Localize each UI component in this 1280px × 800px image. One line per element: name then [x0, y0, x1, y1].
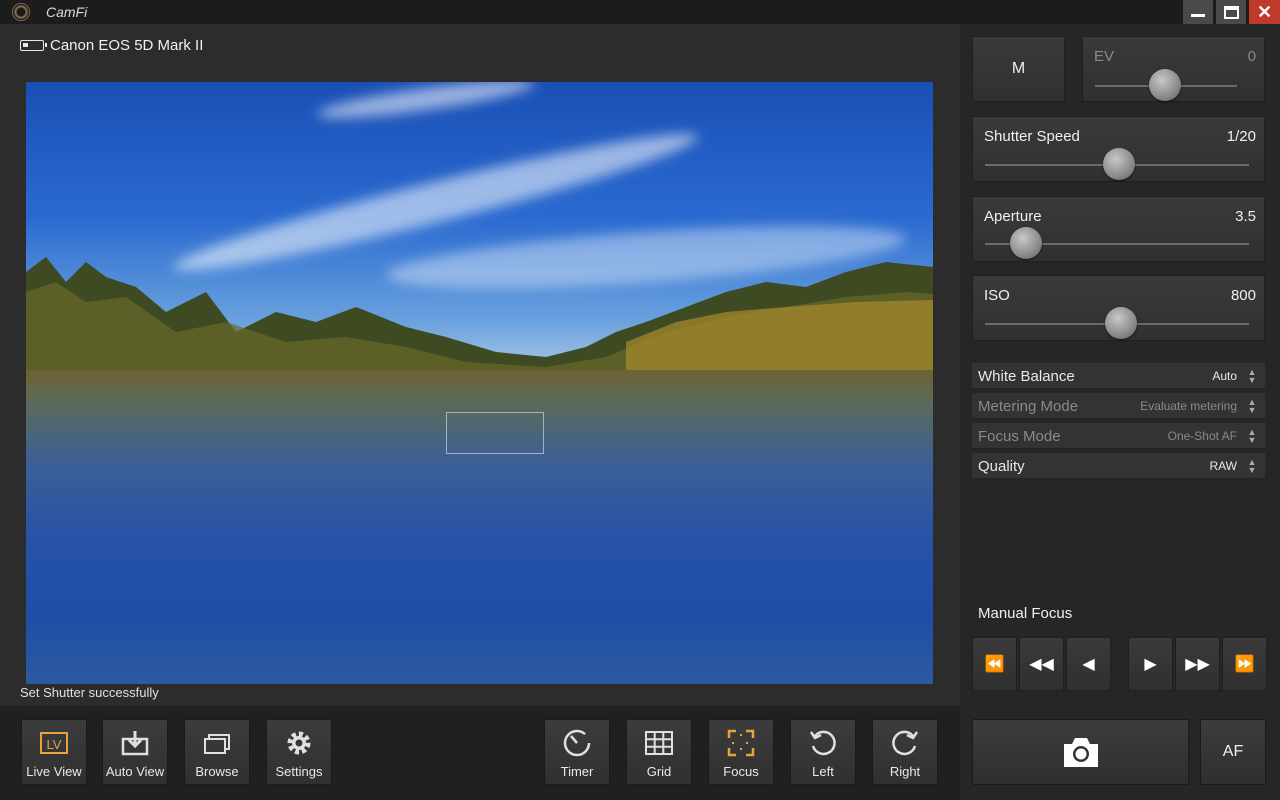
status-message: Set Shutter successfully [20, 685, 159, 700]
focus-mode-label: Focus Mode [978, 428, 1061, 445]
treeline [26, 257, 933, 382]
white-balance-value: Auto [1212, 369, 1237, 383]
rotate-left-button[interactable]: Left [790, 719, 856, 785]
aperture-slider-knob[interactable] [1010, 227, 1042, 259]
settings-button[interactable]: Settings [266, 719, 332, 785]
timer-icon [562, 728, 592, 758]
focus-mode-value: One-Shot AF [1167, 429, 1237, 443]
live-view-pane: Canon EOS 5D Mark II Set Shutter success… [0, 24, 960, 706]
camera-info: Canon EOS 5D Mark II [20, 37, 203, 54]
focus-far-medium-button[interactable]: ◀◀ [1019, 637, 1064, 691]
battery-icon [20, 40, 47, 51]
shutter-speed-value: 1/20 [1226, 128, 1256, 145]
live-view-image[interactable] [26, 82, 933, 684]
rotate-left-icon [808, 728, 838, 758]
auto-view-label: Auto View [105, 764, 165, 779]
focus-icon [726, 728, 756, 758]
rotate-right-button[interactable]: Right [872, 719, 938, 785]
metering-mode-value: Evaluate metering [1140, 399, 1237, 413]
iso-slider-knob[interactable] [1105, 307, 1137, 339]
rotate-right-label: Right [889, 764, 921, 779]
minimize-icon [1191, 13, 1205, 17]
left-arrow-icon: ◀ [1082, 656, 1095, 673]
browse-icon [202, 728, 232, 758]
cloud [315, 82, 537, 126]
rotate-left-label: Left [812, 764, 834, 779]
auto-view-icon [120, 728, 150, 758]
focus-near-large-button[interactable]: ⏩ [1222, 637, 1267, 691]
ev-value: 0 [1247, 48, 1256, 65]
quality-label: Quality [978, 458, 1025, 475]
maximize-button[interactable] [1216, 0, 1246, 24]
focus-far-large-button[interactable]: ⏪ [972, 637, 1017, 691]
updown-arrows-icon: ▲ ▼ [1247, 427, 1257, 445]
focus-far-small-button[interactable]: ◀ [1066, 637, 1111, 691]
auto-view-button[interactable]: Auto View [102, 719, 168, 785]
aperture-label: Aperture [984, 208, 1042, 225]
triple-right-arrow-icon: ⏩ [1234, 656, 1255, 673]
close-button[interactable]: ✕ [1249, 0, 1280, 24]
triple-left-arrow-icon: ⏪ [984, 656, 1005, 673]
maximize-icon [1223, 5, 1239, 19]
double-right-arrow-icon: ▶▶ [1185, 656, 1210, 673]
right-arrow-icon: ▶ [1144, 656, 1157, 673]
timer-button[interactable]: Timer [544, 719, 610, 785]
autofocus-button[interactable]: AF [1200, 719, 1266, 785]
camera-icon [1063, 738, 1098, 767]
focus-label: Focus [723, 764, 759, 779]
settings-label: Settings [275, 764, 323, 779]
aperture-panel: Aperture 3.5 [972, 196, 1265, 262]
white-balance-label: White Balance [978, 368, 1075, 385]
shutter-speed-label: Shutter Speed [984, 128, 1080, 145]
close-icon: ✕ [1256, 2, 1273, 22]
aperture-value: 3.5 [1235, 208, 1256, 225]
camera-name: Canon EOS 5D Mark II [50, 37, 204, 54]
updown-arrows-icon: ▲ ▼ [1247, 367, 1257, 385]
camfi-logo-icon [12, 3, 30, 21]
ev-panel: EV 0 [1082, 36, 1265, 102]
iso-value: 800 [1230, 287, 1256, 304]
iso-panel: ISO 800 [972, 275, 1265, 341]
gear-icon [284, 728, 314, 758]
live-view-button[interactable]: LV Live View [21, 719, 87, 785]
ev-slider-knob[interactable] [1149, 69, 1181, 101]
browse-button[interactable]: Browse [184, 719, 250, 785]
manual-focus-title: Manual Focus [978, 605, 1073, 622]
quality-select[interactable]: Quality RAW ▲ ▼ [972, 453, 1265, 479]
focus-frame[interactable] [446, 412, 544, 454]
minimize-button[interactable] [1183, 0, 1213, 24]
focus-near-small-button[interactable]: ▶ [1128, 637, 1173, 691]
live-view-icon: LV [39, 728, 69, 758]
grid-label: Grid [646, 764, 672, 779]
focus-near-medium-button[interactable]: ▶▶ [1175, 637, 1220, 691]
app-title: CamFi [46, 4, 88, 20]
browse-label: Browse [195, 764, 239, 779]
double-left-arrow-icon: ◀◀ [1029, 656, 1054, 673]
white-balance-select[interactable]: White Balance Auto ▲ ▼ [972, 363, 1265, 389]
title-bar: CamFi ✕ [0, 0, 1280, 24]
shutter-speed-slider-knob[interactable] [1103, 148, 1135, 180]
exposure-mode-button[interactable]: M [972, 36, 1065, 102]
rotate-right-icon [890, 728, 920, 758]
grid-icon [644, 728, 674, 758]
metering-mode-label: Metering Mode [978, 398, 1079, 415]
timer-label: Timer [560, 764, 594, 779]
capture-button[interactable] [972, 719, 1189, 785]
grid-button[interactable]: Grid [626, 719, 692, 785]
quality-value: RAW [1209, 459, 1237, 473]
iso-label: ISO [984, 287, 1010, 304]
shutter-speed-panel: Shutter Speed 1/20 [972, 116, 1265, 182]
updown-arrows-icon: ▲ ▼ [1247, 457, 1257, 475]
live-view-label: Live View [26, 764, 82, 779]
focus-button[interactable]: Focus [708, 719, 774, 785]
svg-text:LV: LV [47, 737, 62, 752]
metering-mode-select[interactable]: Metering Mode Evaluate metering ▲ ▼ [972, 393, 1265, 419]
ev-label: EV [1094, 48, 1115, 65]
focus-mode-select[interactable]: Focus Mode One-Shot AF ▲ ▼ [972, 423, 1265, 449]
updown-arrows-icon: ▲ ▼ [1247, 397, 1257, 415]
